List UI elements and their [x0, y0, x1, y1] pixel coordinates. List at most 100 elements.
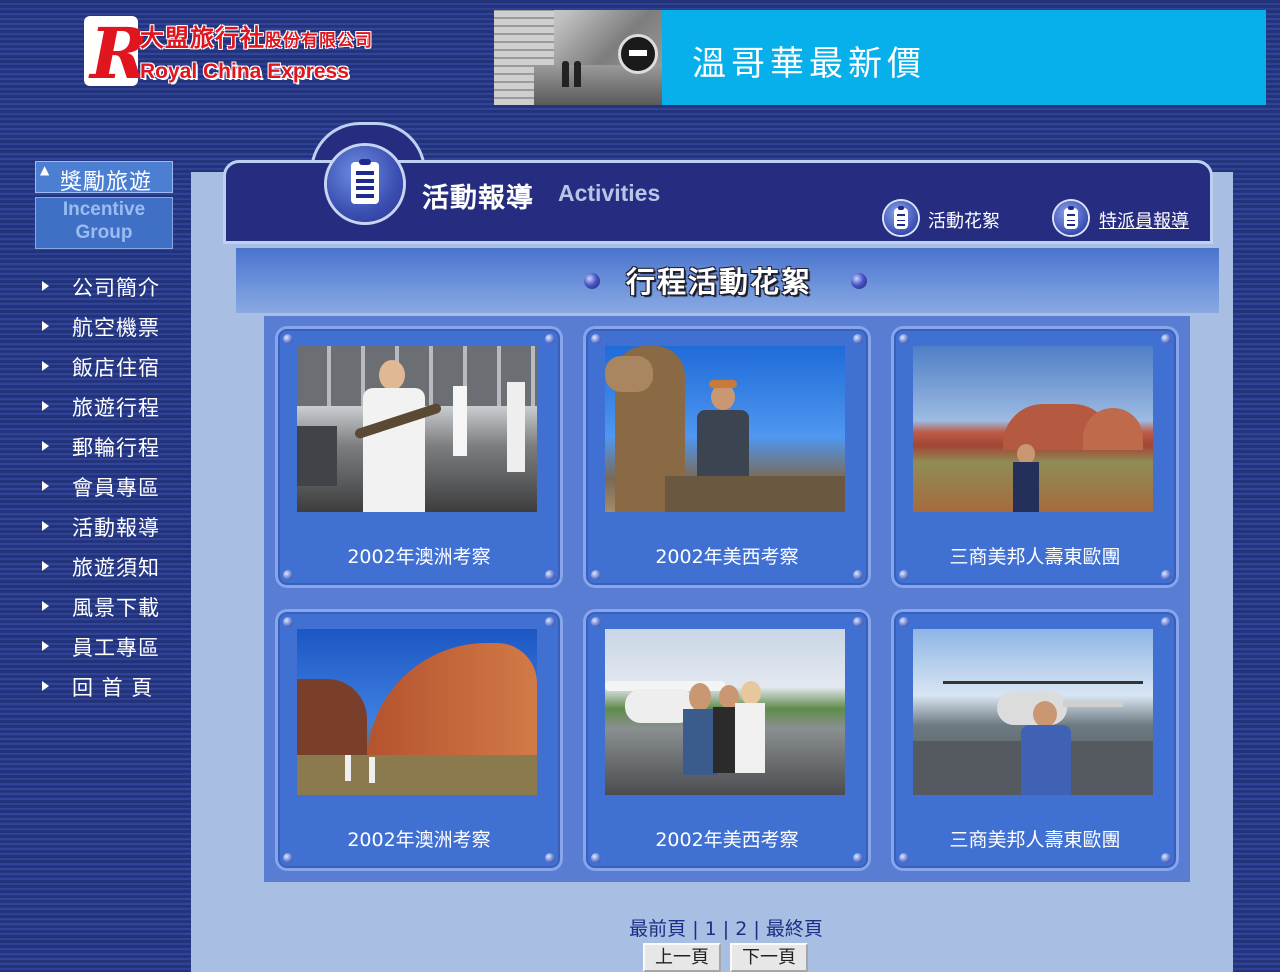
nav-item-label: 旅遊行程 [72, 396, 160, 420]
nav-item-label: 員工專區 [72, 636, 160, 660]
rivet-icon [1161, 334, 1171, 344]
helicopter-photo [913, 629, 1153, 795]
clipboard-icon [1054, 201, 1088, 235]
nav-item-tours[interactable]: 旅遊行程 [36, 386, 186, 426]
nav-item-cruises[interactable]: 郵輪行程 [36, 426, 186, 466]
next-page-button[interactable]: 下一頁 [730, 943, 808, 972]
bullet-dot-icon [851, 273, 867, 289]
nav-item-label: 風景下載 [72, 596, 160, 620]
main-nav: 公司簡介 航空機票 飯店住宿 旅遊行程 郵輪行程 會員專區 活動報導 旅遊須知 … [36, 266, 186, 706]
rivet-icon [853, 617, 863, 627]
activity-card-caption: 2002年美西考察 [655, 546, 799, 568]
activity-card[interactable]: 2002年美西考察 [583, 326, 871, 588]
activity-card-caption: 2002年美西考察 [655, 829, 799, 851]
activity-card[interactable]: 2002年澳洲考察 [275, 609, 563, 871]
arrow-right-icon [42, 401, 49, 411]
arrow-right-icon [42, 601, 49, 611]
arrow-right-icon [42, 481, 49, 491]
activity-card[interactable]: 三商美邦人壽東歐團 [891, 609, 1179, 871]
tab-activity-highlights[interactable]: 活動花絮 [928, 207, 1000, 233]
rivet-icon [283, 570, 293, 580]
nav-item-scenery-download[interactable]: 風景下載 [36, 586, 186, 626]
pagination: 最前頁 | 1 | 2 | 最終頁 [0, 914, 1280, 941]
nav-item-label: 公司簡介 [72, 276, 160, 300]
nav-item-company[interactable]: 公司簡介 [36, 266, 186, 306]
rivet-icon [591, 570, 601, 580]
nav-item-air-tickets[interactable]: 航空機票 [36, 306, 186, 346]
arrow-right-icon [42, 681, 49, 691]
arrow-right-icon [42, 281, 49, 291]
site-logo[interactable]: R 大盟旅行社股份有限公司 Royal China Express [86, 12, 416, 95]
arrow-right-icon [42, 441, 49, 451]
red-rock-desert-photo [913, 346, 1153, 512]
pagination-separator: | [692, 918, 699, 940]
banner-street-photo [494, 10, 662, 105]
promo-banner-text: 溫哥華最新價 [692, 44, 926, 84]
caret-up-icon: ▲ [40, 163, 50, 177]
nav-item-label: 活動報導 [72, 516, 160, 540]
pagination-page-2[interactable]: 2 [735, 918, 747, 940]
arrow-right-icon [42, 361, 49, 371]
rivet-icon [853, 570, 863, 580]
rivet-icon [545, 570, 555, 580]
incentive-english-tab[interactable]: Incentive Group [35, 197, 173, 249]
rivet-icon [545, 853, 555, 863]
nav-item-members[interactable]: 會員專區 [36, 466, 186, 506]
red-rock-dome-photo [297, 629, 537, 795]
incentive-chinese-tab[interactable]: ▲ 獎勵旅遊 [35, 161, 173, 195]
rivet-icon [545, 617, 555, 627]
activity-card[interactable]: 2002年美西考察 [583, 609, 871, 871]
rivet-icon [1161, 853, 1171, 863]
nav-item-label: 旅遊須知 [72, 556, 160, 580]
activity-card[interactable]: 三商美邦人壽東歐團 [891, 326, 1179, 588]
rivet-icon [283, 853, 293, 863]
rivet-icon [853, 853, 863, 863]
pagination-last[interactable]: 最終頁 [766, 918, 823, 940]
rivet-icon [591, 334, 601, 344]
rivet-icon [899, 853, 909, 863]
logo-english-name: Royal China Express [140, 60, 349, 83]
nav-item-travel-notes[interactable]: 旅遊須知 [36, 546, 186, 586]
rivet-icon [283, 617, 293, 627]
nav-item-activities[interactable]: 活動報導 [36, 506, 186, 546]
small-plane-group-photo [605, 629, 845, 795]
nav-item-label: 回 首 頁 [72, 676, 154, 700]
nav-item-label: 會員專區 [72, 476, 160, 500]
rivet-icon [545, 334, 555, 344]
nav-item-label: 航空機票 [72, 316, 160, 340]
arrow-right-icon [42, 561, 49, 571]
rivet-icon [591, 617, 601, 627]
nav-item-hotels[interactable]: 飯店住宿 [36, 346, 186, 386]
camel-ride-photo [605, 346, 845, 512]
incentive-english-line1: Incentive [62, 199, 146, 220]
rivet-icon [899, 617, 909, 627]
nav-item-label: 郵輪行程 [72, 436, 160, 460]
arrow-right-icon [42, 521, 49, 531]
arrow-right-icon [42, 321, 49, 331]
incentive-group-button[interactable]: ▲ 獎勵旅遊 Incentive Group [35, 161, 173, 249]
pagination-separator: | [722, 918, 730, 940]
tab-correspondent-reports[interactable]: 特派員報導 [1099, 207, 1189, 233]
activity-card-caption: 三商美邦人壽東歐團 [949, 829, 1121, 851]
arrow-right-icon [42, 641, 49, 651]
rivet-icon [1161, 617, 1171, 627]
prev-page-button[interactable]: 上一頁 [643, 943, 721, 972]
clipboard-icon [884, 201, 918, 235]
activity-card-caption: 2002年澳洲考察 [347, 829, 491, 851]
activity-card-caption: 三商美邦人壽東歐團 [949, 546, 1121, 568]
section-subtitle: 行程活動花絮 [626, 265, 813, 299]
rivet-icon [591, 853, 601, 863]
pagination-first[interactable]: 最前頁 [629, 918, 686, 940]
rivet-icon [899, 570, 909, 580]
logo-chinese-name: 大盟旅行社股份有限公司 [140, 23, 373, 52]
nav-item-staff[interactable]: 員工專區 [36, 626, 186, 666]
rivet-icon [1161, 570, 1171, 580]
pagination-page-1[interactable]: 1 [705, 918, 717, 940]
logo-r-mark: R [86, 12, 148, 95]
rivet-icon [283, 334, 293, 344]
nav-item-label: 飯店住宿 [72, 356, 160, 380]
incentive-english-line2: Group [75, 222, 133, 243]
promo-banner[interactable]: 溫哥華最新價 [662, 10, 1266, 105]
activity-card[interactable]: 2002年澳洲考察 [275, 326, 563, 588]
nav-item-home[interactable]: 回 首 頁 [36, 666, 186, 706]
